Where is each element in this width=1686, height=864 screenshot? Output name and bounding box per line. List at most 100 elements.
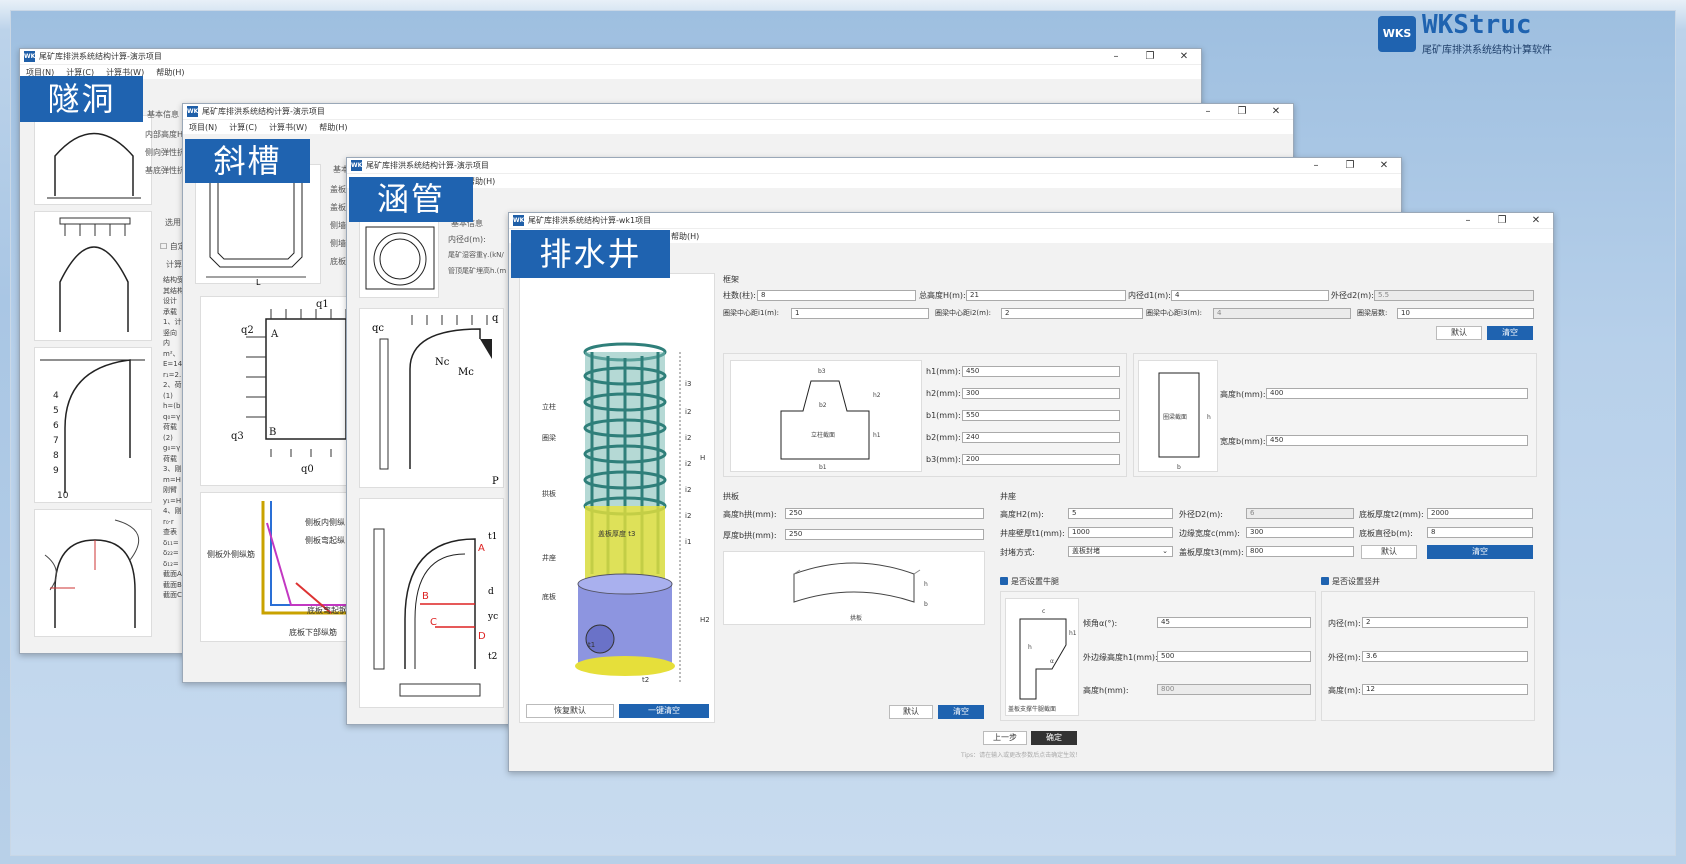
- b2-input[interactable]: 240: [962, 432, 1120, 443]
- minimize-button[interactable]: –: [1299, 160, 1333, 171]
- label-yc: yc: [487, 612, 498, 622]
- rebar-label-1: 侧板内侧纵: [305, 518, 345, 527]
- arch-clear-button[interactable]: 清空: [938, 705, 984, 719]
- field-label-cover-2: 盖板: [330, 203, 346, 212]
- menu-bar: 项目(N) 计算(C) 计算书(W) 帮助(H): [183, 120, 1293, 134]
- label-beam-height: 高度h(mm):: [1220, 390, 1266, 399]
- tab-basic-info[interactable]: 基本信息: [147, 109, 179, 120]
- label-seat: 井座: [542, 553, 556, 562]
- well-model-panel: 立柱 圈梁 拱板 井座 底板 盖板厚度 t3 i3 i2 i2 i2 i2 i2…: [519, 273, 715, 723]
- maximize-button[interactable]: ❐: [1333, 160, 1367, 171]
- beam-width-input[interactable]: 450: [1266, 435, 1528, 446]
- total-height-input[interactable]: 21: [966, 290, 1126, 301]
- edge-width-input[interactable]: 300: [1246, 527, 1354, 538]
- label-D: D: [478, 631, 486, 642]
- confirm-button[interactable]: 确定: [1031, 731, 1077, 745]
- rebar-label-2: 侧板弯起纵: [305, 536, 345, 545]
- corbel-checkbox[interactable]: [1000, 577, 1008, 585]
- inner-diameter-input[interactable]: 4: [1171, 290, 1329, 301]
- label-b2: b2(mm):: [926, 433, 961, 442]
- label-q3: q3: [231, 431, 244, 442]
- arch-default-button[interactable]: 默认: [889, 705, 933, 719]
- menu-project[interactable]: 项目(N): [189, 122, 217, 133]
- frame-section-title: 框架: [723, 275, 739, 284]
- base-diameter-input[interactable]: 8: [1427, 527, 1533, 538]
- menu-calc[interactable]: 计算(C): [229, 122, 257, 133]
- ring-spacing-1-input[interactable]: 1: [791, 308, 929, 319]
- frame-default-button[interactable]: 默认: [1436, 326, 1482, 340]
- menu-report[interactable]: 计算书(W): [269, 122, 307, 133]
- ring-count-input[interactable]: 10: [1397, 308, 1534, 319]
- seat-default-button[interactable]: 默认: [1361, 545, 1417, 559]
- label-C: C: [430, 617, 437, 628]
- dim-h1: h1: [873, 432, 881, 439]
- tag-chute: 斜槽: [185, 139, 310, 183]
- shaft-panel: 内径(m): 2 外径(m): 3.6 高度(m): 12: [1321, 591, 1535, 721]
- corbel-fig-label: 盖板支撑牛腿截面: [1008, 705, 1056, 713]
- menu-help[interactable]: 帮助(H): [319, 122, 347, 133]
- seal-method-select[interactable]: 盖板封堵 ⌄: [1068, 546, 1173, 557]
- maximize-button[interactable]: ❐: [1485, 215, 1519, 226]
- b1-input[interactable]: 550: [962, 410, 1120, 421]
- maximize-button[interactable]: ❐: [1225, 106, 1259, 117]
- corbel-edge-height-input[interactable]: 500: [1157, 651, 1311, 662]
- arch-thickness-input[interactable]: 250: [785, 529, 984, 540]
- seat-clear-button[interactable]: 清空: [1427, 545, 1533, 559]
- brand-name: WKStruc: [1422, 10, 1532, 40]
- beam-height-input[interactable]: 400: [1266, 388, 1528, 399]
- column-count-input[interactable]: 8: [757, 290, 916, 301]
- reset-default-button[interactable]: 恢复默认: [526, 704, 614, 718]
- maximize-button[interactable]: ❐: [1133, 51, 1167, 62]
- title-bar: WK 尾矿库排洪系统结构计算-演示项目 – ❐ ✕: [20, 49, 1201, 65]
- minimize-button[interactable]: –: [1191, 106, 1225, 117]
- h1-input[interactable]: 450: [962, 366, 1120, 377]
- dim-alpha: α: [1050, 658, 1054, 665]
- minimize-button[interactable]: –: [1451, 215, 1485, 226]
- frame-clear-button[interactable]: 清空: [1487, 326, 1533, 340]
- ring-spacing-3-input[interactable]: 4: [1213, 308, 1351, 319]
- close-button[interactable]: ✕: [1167, 51, 1201, 62]
- dim-arch-b: b: [924, 601, 928, 608]
- prev-step-button[interactable]: 上一步: [983, 731, 1027, 745]
- dim-i2-2: i2: [685, 434, 691, 442]
- shaft-checkbox[interactable]: [1321, 577, 1329, 585]
- outer-diameter-input[interactable]: 5.5: [1374, 290, 1534, 301]
- corbel-height-input[interactable]: 800: [1157, 684, 1311, 695]
- shaft-check-label: 是否设置竖井: [1332, 577, 1380, 586]
- label-total-height: 总高度H(m):: [919, 291, 966, 300]
- column-section-panel: b3 b2 b1 h2 h1 立柱截面 h1(mm): 450 h2(mm): 300 b…: [723, 353, 1127, 477]
- field-label-lateral: 侧向弹性抗: [145, 148, 185, 157]
- ring-spacing-2-input[interactable]: 2: [1001, 308, 1143, 319]
- title-bar: WK 尾矿库排洪系统结构计算-wk1项目 – ❐ ✕: [509, 213, 1553, 229]
- label-q2: q2: [241, 325, 254, 336]
- close-button[interactable]: ✕: [1367, 160, 1401, 171]
- seat-height-input[interactable]: 5: [1068, 508, 1173, 519]
- shaft-height-input[interactable]: 12: [1362, 684, 1528, 695]
- svg-text:8: 8: [53, 451, 59, 461]
- clear-all-button[interactable]: 一键清空: [619, 704, 709, 718]
- minimize-button[interactable]: –: [1099, 51, 1133, 62]
- select-label[interactable]: 选用: [165, 217, 181, 228]
- chute-rebar-figure: 侧板内侧纵 侧板弯起纵 侧板外侧纵筋 底板弯起钢 底板下部纵筋: [200, 492, 351, 642]
- shaft-outer-input[interactable]: 3.6: [1362, 651, 1528, 662]
- b3-input[interactable]: 200: [962, 454, 1120, 465]
- h2-input[interactable]: 300: [962, 388, 1120, 399]
- close-button[interactable]: ✕: [1519, 215, 1553, 226]
- base-thickness-input[interactable]: 2000: [1427, 508, 1533, 519]
- svg-text:9: 9: [53, 466, 59, 476]
- corbel-angle-input[interactable]: 45: [1157, 617, 1311, 628]
- shaft-inner-input[interactable]: 2: [1362, 617, 1528, 628]
- label-ring-spacing-2: 圈梁中心距i2(m):: [935, 309, 992, 317]
- label-ring-count: 圈梁层数:: [1357, 309, 1388, 317]
- menu-bar: 帮助(H): [347, 174, 1401, 188]
- seat-wall-input[interactable]: 1000: [1068, 527, 1173, 538]
- menu-help[interactable]: 帮助(H): [156, 67, 184, 78]
- label-seat-height: 高度H2(m):: [1000, 510, 1044, 519]
- seat-outer-diameter-input[interactable]: 6: [1246, 508, 1354, 519]
- menu-help[interactable]: 帮助(H): [671, 231, 699, 242]
- tunnel-figure-4: [34, 509, 152, 637]
- cover-thickness-input[interactable]: 800: [1246, 546, 1354, 557]
- close-button[interactable]: ✕: [1259, 106, 1293, 117]
- field-label-bottom: 底板: [330, 257, 346, 266]
- arch-height-input[interactable]: 250: [785, 508, 984, 519]
